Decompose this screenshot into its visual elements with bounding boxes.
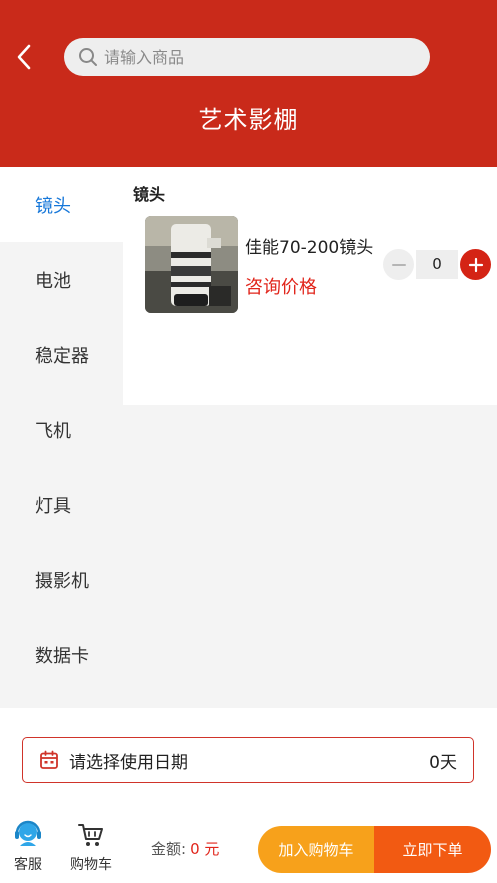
page-title: 艺术影棚 (198, 106, 299, 134)
search-input[interactable] (104, 47, 404, 67)
rental-days: 0天 (429, 752, 457, 773)
product-section: 镜头 佳能70-200镜头 咨询价格 0 (123, 167, 497, 405)
bottom-action-bar: 客服 购物车 金额: 0 元 加入购物车 立即下单 (0, 808, 497, 883)
quantity-stepper: 0 (383, 249, 491, 280)
sidebar-item-lens[interactable]: 镜头 (0, 167, 123, 242)
total-amount: 金额: 0 元 (151, 838, 219, 859)
product-price: 咨询价格 (245, 277, 317, 298)
customer-service-button[interactable]: 客服 (8, 818, 48, 874)
amount-label: 金额: (151, 840, 187, 858)
amount-value: 0 元 (190, 840, 220, 858)
quantity-field[interactable]: 0 (416, 250, 458, 279)
plus-icon (468, 257, 483, 272)
product-panel: 镜头 佳能70-200镜头 咨询价格 0 (123, 167, 497, 708)
cart-button[interactable]: 购物车 (64, 822, 118, 874)
sidebar-item-camera[interactable]: 摄影机 (0, 542, 123, 617)
section-title: 镜头 (133, 185, 166, 204)
cart-icon (78, 824, 103, 846)
increase-quantity-button[interactable] (460, 249, 491, 280)
sidebar-item-stabilizer[interactable]: 稳定器 (0, 317, 123, 392)
category-sidebar: 镜头 电池 稳定器 飞机 灯具 摄影机 数据卡 (0, 167, 123, 708)
search-box[interactable] (64, 38, 430, 76)
product-name[interactable]: 佳能70-200镜头 (245, 233, 373, 258)
search-icon (79, 48, 97, 66)
order-now-button[interactable]: 立即下单 (374, 826, 491, 873)
customer-service-label: 客服 (14, 857, 42, 873)
add-to-cart-button[interactable]: 加入购物车 (258, 826, 374, 873)
sidebar-item-lights[interactable]: 灯具 (0, 467, 123, 542)
sidebar-item-drone[interactable]: 飞机 (0, 392, 123, 467)
product-image[interactable] (145, 216, 238, 313)
cart-label: 购物车 (70, 857, 112, 873)
sidebar-item-battery[interactable]: 电池 (0, 242, 123, 317)
calendar-icon (40, 750, 58, 769)
back-button[interactable] (10, 40, 40, 74)
lens-image (145, 216, 238, 313)
header-bar: 艺术影棚 (0, 0, 497, 167)
minus-icon (391, 263, 406, 266)
decrease-quantity-button[interactable] (383, 249, 414, 280)
date-picker-bar[interactable]: 请选择使用日期 0天 (22, 737, 474, 783)
date-picker-label: 请选择使用日期 (69, 752, 188, 773)
chevron-left-icon (17, 44, 31, 70)
sidebar-item-memory-card[interactable]: 数据卡 (0, 617, 123, 692)
customer-service-icon (15, 820, 41, 846)
